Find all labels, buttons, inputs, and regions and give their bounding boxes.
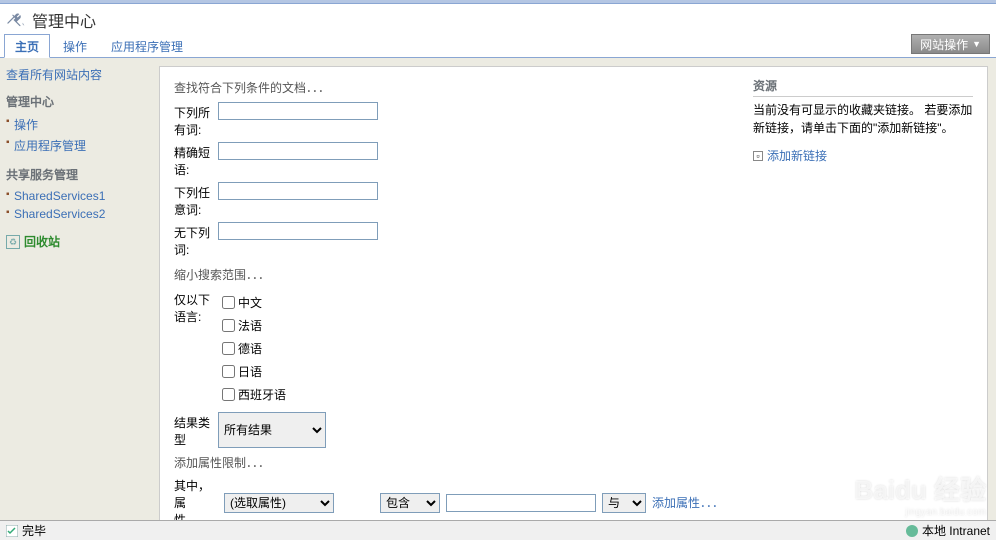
find-heading: 查找符合下列条件的文档．．．	[174, 79, 733, 96]
none-words-input[interactable]	[218, 222, 378, 240]
status-zone: 本地 Intranet	[922, 522, 990, 539]
recycle-bin-icon: ♻	[6, 235, 20, 249]
exact-phrase-label: 精确短语:	[174, 142, 218, 178]
all-words-label: 下列所有词:	[174, 102, 218, 138]
narrow-heading: 缩小搜索范围．．．	[174, 266, 733, 283]
sidebar-item-app-mgmt[interactable]: 应用程序管理	[14, 139, 86, 153]
sidebar: 查看所有网站内容 管理中心 操作 应用程序管理 共享服务管理 SharedSer…	[0, 58, 155, 538]
tab-home[interactable]: 主页	[4, 34, 50, 58]
chevron-down-icon: ▼	[972, 39, 981, 49]
lang-checkbox-ja[interactable]	[222, 365, 235, 378]
operator-select[interactable]: 包含	[380, 493, 440, 513]
result-type-label: 结果类型	[174, 412, 218, 448]
property-value-input[interactable]	[446, 494, 596, 512]
sidebar-item-ss2[interactable]: SharedServices2	[14, 207, 105, 221]
any-words-label: 下列任意词:	[174, 182, 218, 218]
add-property-link[interactable]: 添加属性．．．	[652, 494, 724, 511]
status-done: 完毕	[22, 522, 46, 539]
lang-checkbox-fr[interactable]	[222, 319, 235, 332]
sidebar-recycle-bin[interactable]: 回收站	[24, 233, 60, 250]
sidebar-group-ssp-title: 共享服务管理	[6, 166, 149, 183]
result-type-select[interactable]: 所有结果	[218, 412, 326, 448]
lang-label-zh: 中文	[238, 294, 262, 311]
lang-label-fr: 法语	[238, 317, 262, 334]
any-words-input[interactable]	[218, 182, 378, 200]
add-link-icon: ▫	[753, 151, 763, 161]
resources-title: 资源	[753, 77, 973, 97]
done-icon	[6, 525, 18, 537]
exact-phrase-input[interactable]	[218, 142, 378, 160]
only-lang-label: 仅以下语言:	[174, 289, 218, 408]
tab-operations[interactable]: 操作	[52, 34, 98, 58]
tab-app-mgmt[interactable]: 应用程序管理	[100, 34, 194, 58]
site-actions-menu[interactable]: 网站操作 ▼	[911, 34, 990, 54]
lang-checkbox-de[interactable]	[222, 342, 235, 355]
sidebar-item-ss1[interactable]: SharedServices1	[14, 189, 105, 203]
all-words-input[interactable]	[218, 102, 378, 120]
status-bar: 完毕 本地 Intranet	[0, 520, 996, 540]
lang-label-ja: 日语	[238, 363, 262, 380]
sidebar-group-admin-title: 管理中心	[6, 93, 149, 110]
resources-text: 当前没有可显示的收藏夹链接。 若要添加新链接，请单击下面的"添加新链接"。	[753, 101, 973, 137]
page-header: 管理中心	[0, 4, 996, 34]
add-prop-heading: 添加属性限制．．．	[174, 454, 733, 471]
zone-icon	[906, 525, 918, 537]
add-new-link[interactable]: 添加新链接	[767, 147, 827, 164]
sidebar-view-all[interactable]: 查看所有网站内容	[6, 68, 102, 82]
content-panel: 查找符合下列条件的文档．．． 下列所有词: 精确短语: 下列任意词: 无下列词:…	[159, 66, 988, 530]
lang-checkbox-zh[interactable]	[222, 296, 235, 309]
sidebar-item-operations[interactable]: 操作	[14, 118, 38, 132]
property-select[interactable]: (选取属性)	[224, 493, 334, 513]
tab-strip: 主页 操作 应用程序管理 网站操作 ▼	[0, 34, 996, 58]
site-actions-label: 网站操作	[920, 36, 968, 53]
none-words-label: 无下列词:	[174, 222, 218, 258]
page-title: 管理中心	[32, 8, 96, 32]
resources-aside: 资源 当前没有可显示的收藏夹链接。 若要添加新链接，请单击下面的"添加新链接"。…	[753, 77, 973, 519]
join-select[interactable]: 与	[602, 493, 646, 513]
lang-checkbox-es[interactable]	[222, 388, 235, 401]
lang-label-de: 德语	[238, 340, 262, 357]
lang-label-es: 西班牙语	[238, 386, 286, 403]
admin-tools-icon	[6, 10, 26, 30]
